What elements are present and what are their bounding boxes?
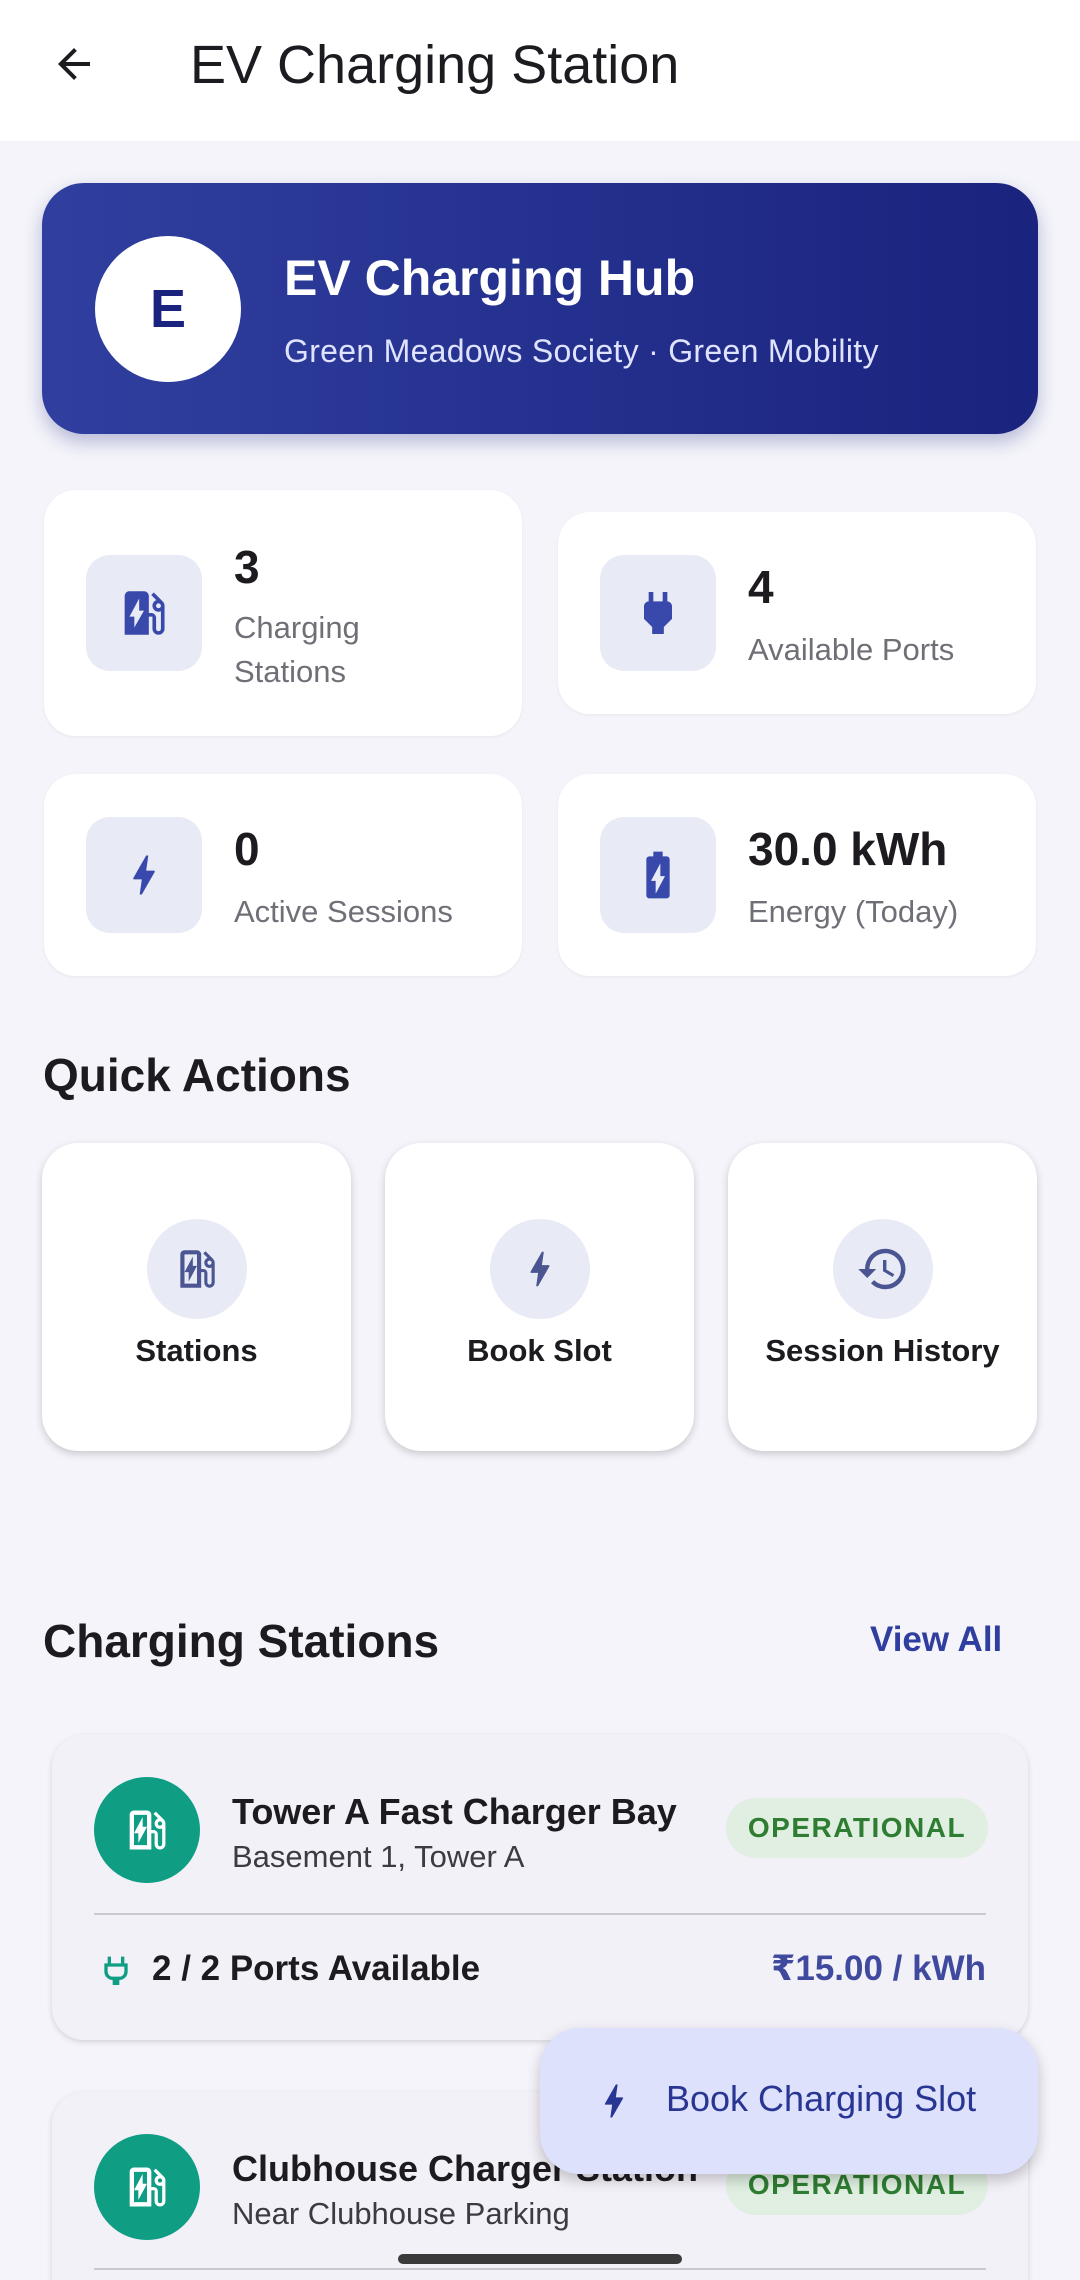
station-card[interactable]: Tower A Fast Charger Bay Basement 1, Tow…: [52, 1735, 1028, 2040]
hub-header-card: E EV Charging Hub Green Meadows Society …: [42, 183, 1038, 434]
station-ports-available: 2 / 2 Ports Available: [152, 1949, 481, 1988]
stat-value: 4: [748, 561, 774, 613]
stat-value: 30.0 kWh: [748, 823, 948, 875]
hub-avatar: E: [95, 236, 241, 382]
gesture-nav-handle[interactable]: [398, 2254, 682, 2264]
station-location: Near Clubhouse Parking: [232, 2196, 570, 2231]
hub-title: EV Charging Hub: [284, 250, 696, 306]
stat-card-charging-stations: 3 Charging Stations: [44, 490, 522, 736]
app-bar: EV Charging Station: [0, 0, 1080, 141]
charging-stations-title: Charging Stations: [43, 1615, 440, 1667]
quick-action-label: Book Slot: [467, 1333, 612, 1368]
bolt-icon: [86, 817, 202, 933]
quick-action-session-history[interactable]: Session History: [728, 1143, 1037, 1451]
station-name: Tower A Fast Charger Bay: [232, 1791, 677, 1832]
stat-label: Available Ports: [748, 632, 955, 667]
stat-label: Active Sessions: [234, 894, 453, 929]
stat-card-energy-today: 30.0 kWh Energy (Today): [558, 774, 1036, 976]
quick-action-label: Stations: [135, 1333, 258, 1368]
ev-station-icon: [86, 555, 202, 671]
ev-station-icon: [147, 1219, 247, 1319]
divider: [94, 1913, 986, 1915]
bolt-icon: [604, 2084, 624, 2118]
hub-subtitle: Green Meadows Society · Green Mobility: [284, 333, 879, 369]
stat-label: Charging Stations: [234, 610, 360, 689]
station-location: Basement 1, Tower A: [232, 1839, 525, 1874]
station-rate: ₹15.00 / kWh: [771, 1949, 986, 1988]
stat-card-active-sessions: 0 Active Sessions: [44, 774, 522, 976]
ev-station-icon: [94, 1777, 200, 1883]
view-all-link[interactable]: View All: [870, 1620, 1002, 1660]
stat-card-available-ports: 4 Available Ports: [558, 512, 1036, 714]
stat-label: Energy (Today): [748, 894, 959, 929]
page-title: EV Charging Station: [190, 35, 680, 95]
bolt-icon: [490, 1219, 590, 1319]
quick-action-label: Session History: [765, 1333, 1000, 1368]
ev-plug-icon: [104, 1956, 128, 1985]
back-button[interactable]: [40, 30, 108, 98]
book-charging-slot-fab[interactable]: Book Charging Slot: [540, 2028, 1038, 2174]
quick-actions-title: Quick Actions: [43, 1049, 351, 1101]
fab-label: Book Charging Slot: [666, 2078, 977, 2119]
stat-value: 0: [234, 823, 260, 875]
stat-value: 3: [234, 541, 260, 593]
power-plug-icon: [600, 555, 716, 671]
history-icon: [833, 1219, 933, 1319]
quick-action-book-slot[interactable]: Book Slot: [385, 1143, 694, 1451]
arrow-back-icon: [58, 48, 90, 80]
battery-charging-icon: [600, 817, 716, 933]
quick-action-stations[interactable]: Stations: [42, 1143, 351, 1451]
divider: [94, 2268, 986, 2270]
ev-station-icon: [94, 2134, 200, 2240]
status-badge: OPERATIONAL: [726, 1798, 988, 1858]
